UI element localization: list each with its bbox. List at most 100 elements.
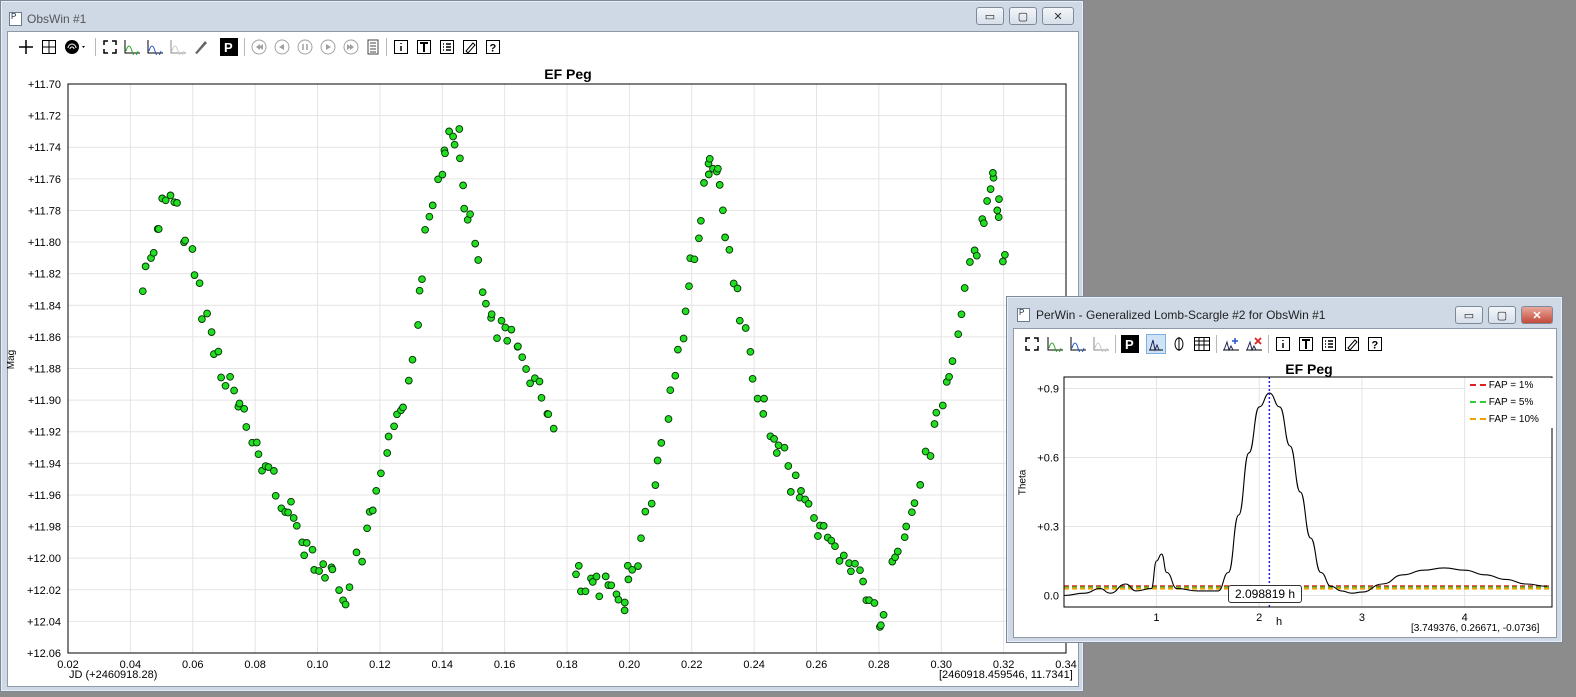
- data-point[interactable]: [319, 560, 328, 568]
- data-point[interactable]: [421, 225, 429, 234]
- data-point[interactable]: [986, 185, 995, 193]
- data-point[interactable]: [1001, 250, 1009, 259]
- data-point[interactable]: [242, 423, 251, 431]
- data-point[interactable]: [372, 486, 381, 495]
- data-point[interactable]: [786, 488, 795, 496]
- obs-light-curve-chart[interactable]: 0.02 0.04 0.06 0.08 0.10 0.12 0.14 0.16 0.18 0.20…: [8, 32, 1078, 686]
- data-point[interactable]: [544, 410, 553, 419]
- data-point[interactable]: [173, 199, 181, 207]
- data-point[interactable]: [930, 420, 939, 428]
- data-point[interactable]: [671, 371, 680, 380]
- data-point[interactable]: [428, 201, 437, 210]
- data-point[interactable]: [839, 551, 848, 560]
- data-point[interactable]: [910, 499, 919, 507]
- data-point[interactable]: [733, 284, 742, 293]
- data-point[interactable]: [725, 245, 734, 254]
- data-point[interactable]: [705, 154, 714, 163]
- data-point[interactable]: [377, 469, 385, 478]
- data-point[interactable]: [226, 372, 234, 381]
- data-point[interactable]: [460, 204, 469, 213]
- data-point[interactable]: [384, 432, 393, 441]
- data-point[interactable]: [746, 347, 755, 356]
- data-point[interactable]: [972, 251, 981, 260]
- data-point[interactable]: [859, 577, 867, 586]
- data-point[interactable]: [474, 256, 483, 264]
- data-point[interactable]: [289, 514, 298, 522]
- data-point[interactable]: [879, 610, 888, 619]
- data-point[interactable]: [770, 435, 778, 443]
- data-point[interactable]: [149, 248, 158, 257]
- data-point[interactable]: [993, 206, 1002, 215]
- data-point[interactable]: [870, 599, 879, 607]
- data-point[interactable]: [690, 255, 699, 264]
- data-point[interactable]: [700, 179, 708, 187]
- data-point[interactable]: [217, 373, 225, 382]
- data-point[interactable]: [188, 245, 197, 253]
- data-point[interactable]: [856, 566, 864, 575]
- data-point[interactable]: [408, 355, 417, 364]
- data-point[interactable]: [989, 169, 997, 177]
- data-point[interactable]: [681, 307, 690, 316]
- data-point[interactable]: [154, 225, 163, 233]
- data-point[interactable]: [900, 533, 909, 542]
- data-point[interactable]: [851, 559, 859, 568]
- data-point[interactable]: [948, 357, 957, 365]
- data-point[interactable]: [753, 394, 762, 403]
- data-point[interactable]: [308, 545, 317, 554]
- data-point[interactable]: [719, 206, 727, 215]
- data-point[interactable]: [166, 191, 175, 200]
- data-point[interactable]: [983, 197, 991, 205]
- data-point[interactable]: [450, 140, 459, 149]
- data-point[interactable]: [954, 330, 963, 339]
- data-point[interactable]: [685, 282, 693, 291]
- data-point[interactable]: [804, 499, 813, 508]
- data-point[interactable]: [425, 212, 434, 221]
- data-point[interactable]: [592, 572, 601, 581]
- data-point[interactable]: [601, 572, 610, 581]
- data-point[interactable]: [441, 149, 449, 158]
- data-point[interactable]: [595, 592, 604, 601]
- data-point[interactable]: [482, 299, 490, 308]
- data-point[interactable]: [190, 271, 199, 279]
- data-point[interactable]: [995, 195, 1003, 203]
- data-point[interactable]: [230, 386, 238, 395]
- data-point[interactable]: [999, 257, 1007, 266]
- minimize-button[interactable]: ▭: [976, 7, 1004, 25]
- data-point[interactable]: [637, 534, 645, 543]
- data-point[interactable]: [938, 401, 947, 410]
- data-point[interactable]: [487, 310, 496, 319]
- data-point[interactable]: [877, 621, 885, 630]
- data-point[interactable]: [207, 328, 216, 336]
- data-point[interactable]: [780, 443, 789, 452]
- data-point[interactable]: [634, 562, 642, 570]
- data-point[interactable]: [715, 181, 724, 189]
- data-point[interactable]: [141, 262, 150, 271]
- data-point[interactable]: [315, 567, 323, 575]
- perwin-titlebar[interactable]: P PerWin - Generalized Lomb-Scargle #2 f…: [1007, 297, 1562, 327]
- data-point[interactable]: [507, 325, 516, 334]
- data-point[interactable]: [760, 394, 768, 403]
- data-point[interactable]: [438, 170, 447, 179]
- data-point[interactable]: [537, 393, 546, 402]
- data-point[interactable]: [572, 570, 580, 579]
- data-point[interactable]: [514, 342, 522, 351]
- data-point[interactable]: [819, 522, 828, 530]
- data-point[interactable]: [335, 586, 343, 594]
- data-point[interactable]: [284, 508, 292, 517]
- data-point[interactable]: [358, 557, 366, 566]
- data-point[interactable]: [549, 424, 558, 433]
- data-point[interactable]: [363, 524, 371, 533]
- data-point[interactable]: [471, 239, 480, 248]
- data-point[interactable]: [741, 324, 750, 332]
- data-point[interactable]: [345, 583, 354, 592]
- data-point[interactable]: [657, 439, 666, 447]
- data-point[interactable]: [697, 216, 705, 225]
- data-point[interactable]: [994, 213, 1003, 222]
- data-point[interactable]: [574, 561, 583, 570]
- data-point[interactable]: [181, 236, 189, 245]
- minimize-button[interactable]: ▭: [1455, 306, 1483, 324]
- data-point[interactable]: [493, 334, 501, 343]
- data-point[interactable]: [497, 316, 506, 325]
- data-point[interactable]: [810, 514, 818, 522]
- data-point[interactable]: [960, 284, 969, 292]
